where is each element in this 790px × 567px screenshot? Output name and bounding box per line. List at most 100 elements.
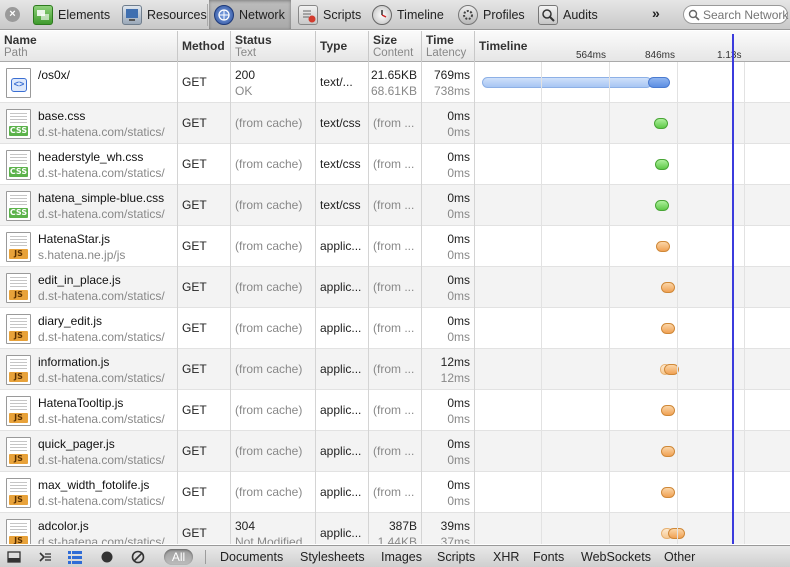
status-code: (from cache) [235,485,303,499]
tab-timeline[interactable]: Timeline [372,0,444,29]
type-value: applic... [320,321,362,335]
tab-label: Resources [147,7,207,22]
close-icon[interactable]: × [5,7,20,22]
search-field[interactable] [683,5,790,24]
latency-value: 0ms [447,166,470,180]
time-value: 0ms [447,478,470,492]
header-status[interactable]: Status Text [231,31,316,62]
latency-value: 12ms [440,371,470,385]
table-row[interactable]: JS adcolor.js d.st-hatena.com/statics/GET 3… [0,513,790,544]
latency-value: 0ms [447,248,470,262]
size-value: (from ... [373,198,415,212]
method-value: GET [182,280,207,294]
latency-value: 37ms [440,535,470,544]
latency-value: 0ms [447,207,470,221]
record-icon[interactable] [99,549,115,565]
method-value: GET [182,116,207,130]
table-row[interactable]: JS max_width_fotolife.js d.st-hatena.com/s… [0,472,790,513]
resource-path: d.st-hatena.com/statics/ [38,166,165,180]
timeline-bar[interactable] [656,241,670,252]
timeline-bar[interactable] [661,405,675,416]
filter-scripts[interactable]: Scripts [437,550,475,564]
timeline-bar[interactable] [655,200,669,211]
type-value: applic... [320,444,362,458]
tab-audits[interactable]: Audits [538,0,598,29]
timeline-bar[interactable] [661,323,675,334]
filter-xhr[interactable]: XHR [493,550,519,564]
filter-all-button[interactable]: All [164,549,193,565]
timeline-bar[interactable] [648,77,670,88]
status-code: (from cache) [235,444,303,458]
table-row[interactable]: CSS base.css d.st-hatena.com/statics/GET (f… [0,103,790,144]
tab-network[interactable]: Network [209,0,291,29]
tab-resources[interactable]: Resources [122,0,207,29]
header-size[interactable]: Size Content [369,31,422,62]
timeline-bar[interactable] [661,487,675,498]
size-value: (from ... [373,321,415,335]
search-input[interactable] [703,7,790,22]
resource-name: edit_in_place.js [38,273,121,287]
timeline-bar[interactable] [654,118,668,129]
latency-value: 0ms [447,330,470,344]
resource-path: d.st-hatena.com/statics/ [38,412,165,426]
table-row[interactable]: JS HatenaTooltip.js d.st-hatena.com/static… [0,390,790,431]
timeline-bar[interactable] [482,77,652,88]
header-name[interactable]: Name Path [0,31,178,62]
type-value: applic... [320,239,362,253]
latency-value: 0ms [447,289,470,303]
type-value: applic... [320,403,362,417]
time-value: 0ms [447,191,470,205]
method-value: GET [182,198,207,212]
dock-icon[interactable] [6,549,22,565]
table-row[interactable]: <> /os0x/GET 200 OK text/... 21.65KB 68.61KB 76… [0,62,790,103]
table-row[interactable]: JS HatenaStar.js s.hatena.ne.jp/js GET (from… [0,226,790,267]
table-row[interactable]: CSS headerstyle_wh.css d.st-hatena.com/sta… [0,144,790,185]
table-row[interactable]: JS edit_in_place.js d.st-hatena.com/static… [0,267,790,308]
table-row[interactable]: CSS hatena_simple-blue.css d.st-hatena.com… [0,185,790,226]
latency-value: 0ms [447,453,470,467]
js-file-icon: JS [6,314,31,344]
resource-path: d.st-hatena.com/statics/ [38,494,165,508]
more-tabs-button[interactable]: » [652,5,660,21]
clear-icon[interactable] [130,549,146,565]
method-value: GET [182,444,207,458]
type-value: text/css [320,157,361,171]
header-time[interactable]: Time Latency [422,31,475,62]
network-icon [214,4,234,25]
tab-profiles[interactable]: Profiles [458,0,525,29]
table-row[interactable]: JS quick_pager.js d.st-hatena.com/statics/… [0,431,790,472]
time-value: 0ms [447,109,470,123]
large-rows-icon[interactable] [67,549,83,565]
timeline-bar[interactable] [661,446,675,457]
filter-documents[interactable]: Documents [220,550,283,564]
method-value: GET [182,362,207,376]
resource-name: adcolor.js [38,519,89,533]
js-file-icon: JS [6,396,31,426]
table-row[interactable]: JS information.js d.st-hatena.com/statics/… [0,349,790,390]
timeline-bar[interactable] [655,159,669,170]
tab-label: Scripts [323,7,362,22]
table-row[interactable]: JS diary_edit.js d.st-hatena.com/statics/G… [0,308,790,349]
type-value: text/css [320,198,361,212]
resource-name: hatena_simple-blue.css [38,191,165,205]
elements-icon [33,4,53,25]
resource-name: HatenaStar.js [38,232,111,246]
header-type[interactable]: Type [316,31,369,62]
filter-other[interactable]: Other [664,550,695,564]
tab-label: Profiles [483,7,525,22]
header-method[interactable]: Method [178,31,231,62]
type-value: applic... [320,280,362,294]
status-code: (from cache) [235,403,303,417]
resource-path: s.hatena.ne.jp/js [38,248,126,262]
profiles-icon [458,4,478,25]
header-timeline[interactable]: Timeline [475,31,790,62]
tab-elements[interactable]: Elements [33,0,110,29]
filter-images[interactable]: Images [381,550,422,564]
filter-websockets[interactable]: WebSockets [581,550,651,564]
filter-fonts[interactable]: Fonts [533,550,564,564]
resource-path: d.st-hatena.com/statics/ [38,207,165,221]
console-icon[interactable] [37,549,53,565]
timeline-bar[interactable] [661,282,675,293]
filter-stylesheets[interactable]: Stylesheets [300,550,365,564]
tab-scripts[interactable]: Scripts [298,0,361,29]
